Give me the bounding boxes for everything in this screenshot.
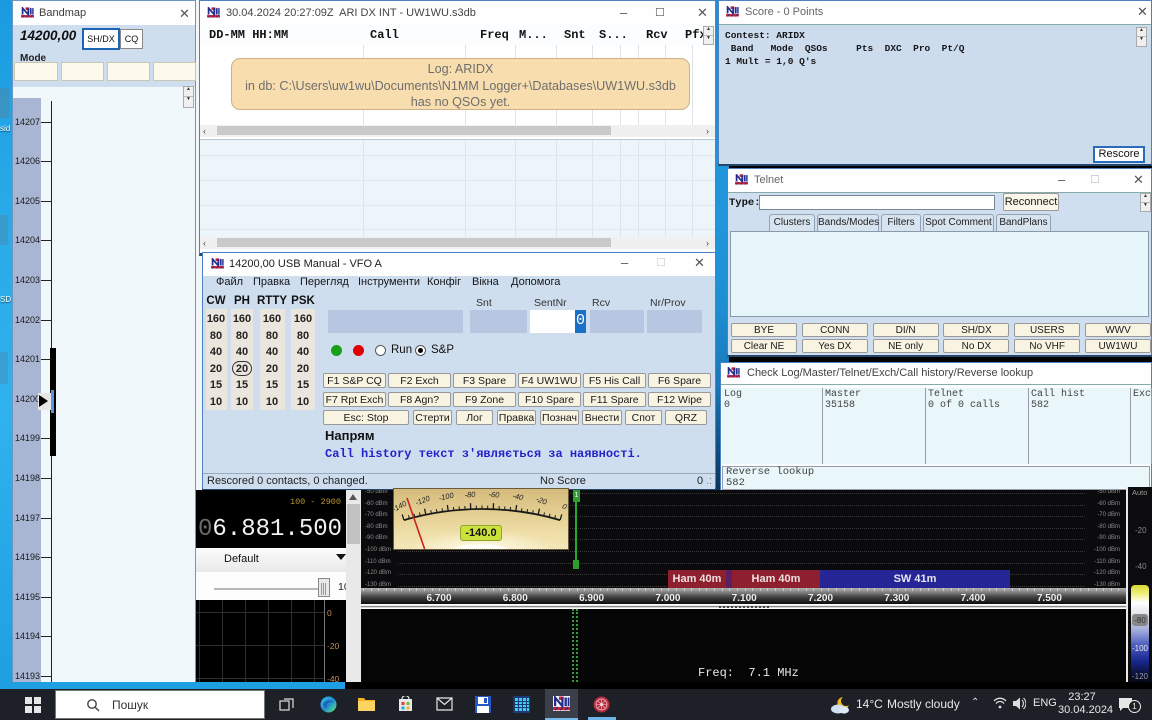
svg-text:-140: -140: [394, 498, 409, 514]
svg-text:-20: -20: [535, 494, 549, 507]
svg-text:-80: -80: [464, 490, 476, 500]
svg-text:-40: -40: [512, 491, 525, 502]
svg-text:-120: -120: [414, 493, 432, 507]
svg-text:-100: -100: [438, 490, 455, 502]
svg-text:0: 0: [561, 501, 568, 511]
svg-text:-60: -60: [488, 490, 500, 500]
